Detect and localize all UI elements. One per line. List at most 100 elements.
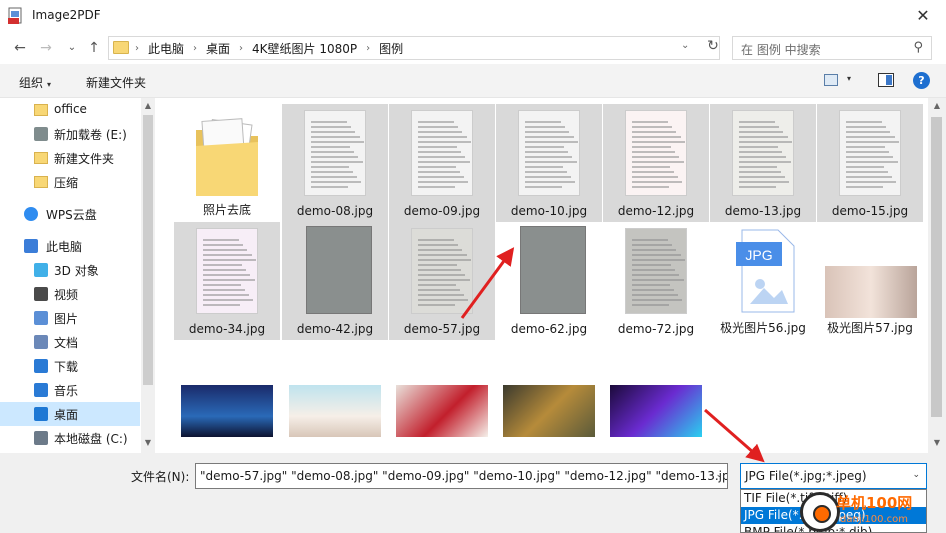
- disk-icon: [34, 431, 48, 445]
- breadcrumb-item[interactable]: 4K壁纸图片 1080P: [252, 40, 357, 57]
- file-item[interactable]: demo-34.jpg: [174, 222, 280, 340]
- scroll-down-icon[interactable]: ▼: [141, 438, 155, 447]
- file-list: 照片去底 demo-08.jpg demo-09.jpg demo-10.jpg dem…: [160, 98, 928, 453]
- sidebar-scroll-thumb[interactable]: [143, 115, 153, 385]
- filename-input[interactable]: "demo-57.jpg" "demo-08.jpg" "demo-09.jpg…: [195, 463, 728, 489]
- sidebar-item[interactable]: 音乐: [0, 378, 140, 402]
- title-bar: Image2PDF ✕: [0, 0, 946, 32]
- sidebar-item[interactable]: 视频: [0, 282, 140, 306]
- photo-thumbnail: [520, 226, 586, 314]
- navigation-pane: office 新加载卷 (E:) 新建文件夹压缩 WPS云盘此电脑 3D 对象 视频图片文…: [0, 98, 155, 453]
- folder-icon: [34, 104, 48, 116]
- view-options-icon[interactable]: [824, 74, 838, 86]
- close-button[interactable]: ✕: [900, 0, 946, 32]
- file-item[interactable]: 极光图片62.jpg: [174, 360, 280, 453]
- photo-thumbnail: [289, 385, 381, 437]
- preview-pane-icon[interactable]: [878, 73, 894, 87]
- organize-button[interactable]: 组织 ▾: [19, 74, 51, 91]
- content-scroll-thumb[interactable]: [931, 117, 942, 417]
- scroll-up-icon[interactable]: ▲: [141, 101, 155, 110]
- chevron-down-icon[interactable]: ⌄: [715, 470, 723, 480]
- breadcrumb-separator: ›: [135, 43, 139, 54]
- sidebar-item[interactable]: 此电脑: [0, 234, 140, 258]
- file-item[interactable]: 极光图片57.jpg: [817, 222, 923, 340]
- sidebar-item-label: 新建文件夹: [54, 152, 115, 166]
- svg-text:JPG: JPG: [745, 247, 772, 263]
- file-item[interactable]: JPG 极光图片56.jpg: [710, 222, 816, 340]
- up-button[interactable]: ↑: [84, 38, 104, 58]
- scroll-down-icon[interactable]: ▼: [930, 438, 944, 447]
- file-item[interactable]: 极光图片64.jpg: [389, 360, 495, 453]
- file-name: demo-10.jpg: [510, 204, 588, 218]
- photo-thumbnail: [306, 226, 372, 314]
- app-icon: [8, 7, 22, 24]
- picture-icon: [34, 311, 48, 325]
- filetype-select[interactable]: JPG File(*.jpg;*.jpeg) ⌄: [740, 463, 927, 489]
- folder-icon: [194, 116, 260, 198]
- file-item[interactable]: demo-09.jpg: [389, 104, 495, 222]
- file-name: demo-09.jpg: [403, 204, 481, 218]
- sidebar-item[interactable]: 新加载卷 (E:): [0, 122, 140, 146]
- photo-thumbnail: [503, 385, 595, 437]
- folder-icon: [34, 152, 48, 164]
- search-icon[interactable]: ⚲: [913, 40, 923, 55]
- file-item[interactable]: demo-13.jpg: [710, 104, 816, 222]
- document-thumbnail: [839, 110, 901, 196]
- file-item[interactable]: 极光图片65.jpg: [496, 360, 602, 453]
- download-icon: [34, 359, 48, 373]
- search-input[interactable]: 在 图例 中搜索 ⚲: [732, 36, 932, 60]
- window-title: Image2PDF: [32, 8, 101, 22]
- sidebar-item-label: 下载: [54, 360, 79, 374]
- sidebar-item-label: office: [54, 102, 87, 116]
- breadcrumb-item[interactable]: 图例: [379, 40, 403, 57]
- chevron-down-icon[interactable]: ⌄: [681, 40, 689, 51]
- file-item[interactable]: 极光图片63.jpg: [282, 360, 388, 453]
- file-item[interactable]: demo-72.jpg: [603, 222, 709, 340]
- sidebar-item[interactable]: WPS云盘: [0, 202, 140, 226]
- help-icon[interactable]: ?: [913, 72, 930, 89]
- sidebar-item[interactable]: 图片: [0, 306, 140, 330]
- sidebar-item[interactable]: 桌面: [0, 402, 140, 426]
- file-name: demo-08.jpg: [296, 204, 374, 218]
- scroll-up-icon[interactable]: ▲: [930, 101, 944, 110]
- file-item[interactable]: 照片去底: [174, 104, 280, 222]
- sidebar-item[interactable]: 新建文件夹: [0, 146, 140, 170]
- breadcrumb: › 此电脑 › 桌面 › 4K壁纸图片 1080P › 图例: [135, 40, 403, 57]
- file-item[interactable]: demo-42.jpg: [282, 222, 388, 340]
- organize-label: 组织: [19, 76, 44, 90]
- music-icon: [34, 383, 48, 397]
- sidebar-item[interactable]: 3D 对象: [0, 258, 140, 282]
- file-name: demo-34.jpg: [188, 322, 266, 336]
- sidebar-item[interactable]: 压缩: [0, 170, 140, 194]
- file-name: demo-42.jpg: [296, 322, 374, 336]
- watermark-url: danji100.com: [840, 514, 908, 525]
- file-item[interactable]: demo-57.jpg: [389, 222, 495, 340]
- sidebar-item-label: 图片: [54, 312, 79, 326]
- file-item[interactable]: 极光图片67.jpg: [603, 360, 709, 453]
- sidebar-item[interactable]: 本地磁盘 (C:): [0, 426, 140, 450]
- address-bar[interactable]: › 此电脑 › 桌面 › 4K壁纸图片 1080P › 图例 ⌄ ↻: [108, 36, 720, 60]
- file-name: 照片去底: [202, 203, 251, 217]
- file-item[interactable]: demo-15.jpg: [817, 104, 923, 222]
- recent-locations-button[interactable]: ⌄: [62, 38, 82, 58]
- refresh-button[interactable]: ↻: [703, 38, 723, 54]
- breadcrumb-item[interactable]: 桌面: [206, 40, 230, 57]
- file-item[interactable]: demo-62.jpg: [496, 222, 602, 340]
- sidebar-item-label: 新加载卷 (E:): [54, 128, 127, 142]
- sidebar-item[interactable]: 文档: [0, 330, 140, 354]
- chevron-down-icon[interactable]: ⌄: [912, 470, 920, 480]
- back-button[interactable]: ←: [10, 38, 30, 58]
- file-item[interactable]: demo-12.jpg: [603, 104, 709, 222]
- forward-button[interactable]: →: [36, 38, 56, 58]
- sidebar-item[interactable]: 下载: [0, 354, 140, 378]
- breadcrumb-item[interactable]: 此电脑: [148, 40, 184, 57]
- caret-down-icon[interactable]: ▾: [847, 74, 851, 83]
- sidebar-item-label: 此电脑: [46, 240, 83, 254]
- file-item[interactable]: demo-10.jpg: [496, 104, 602, 222]
- sidebar-item[interactable]: office: [0, 98, 140, 122]
- breadcrumb-separator: ›: [239, 43, 244, 54]
- video-icon: [34, 287, 48, 301]
- file-name: demo-13.jpg: [724, 204, 802, 218]
- new-folder-button[interactable]: 新建文件夹: [86, 74, 146, 91]
- file-item[interactable]: demo-08.jpg: [282, 104, 388, 222]
